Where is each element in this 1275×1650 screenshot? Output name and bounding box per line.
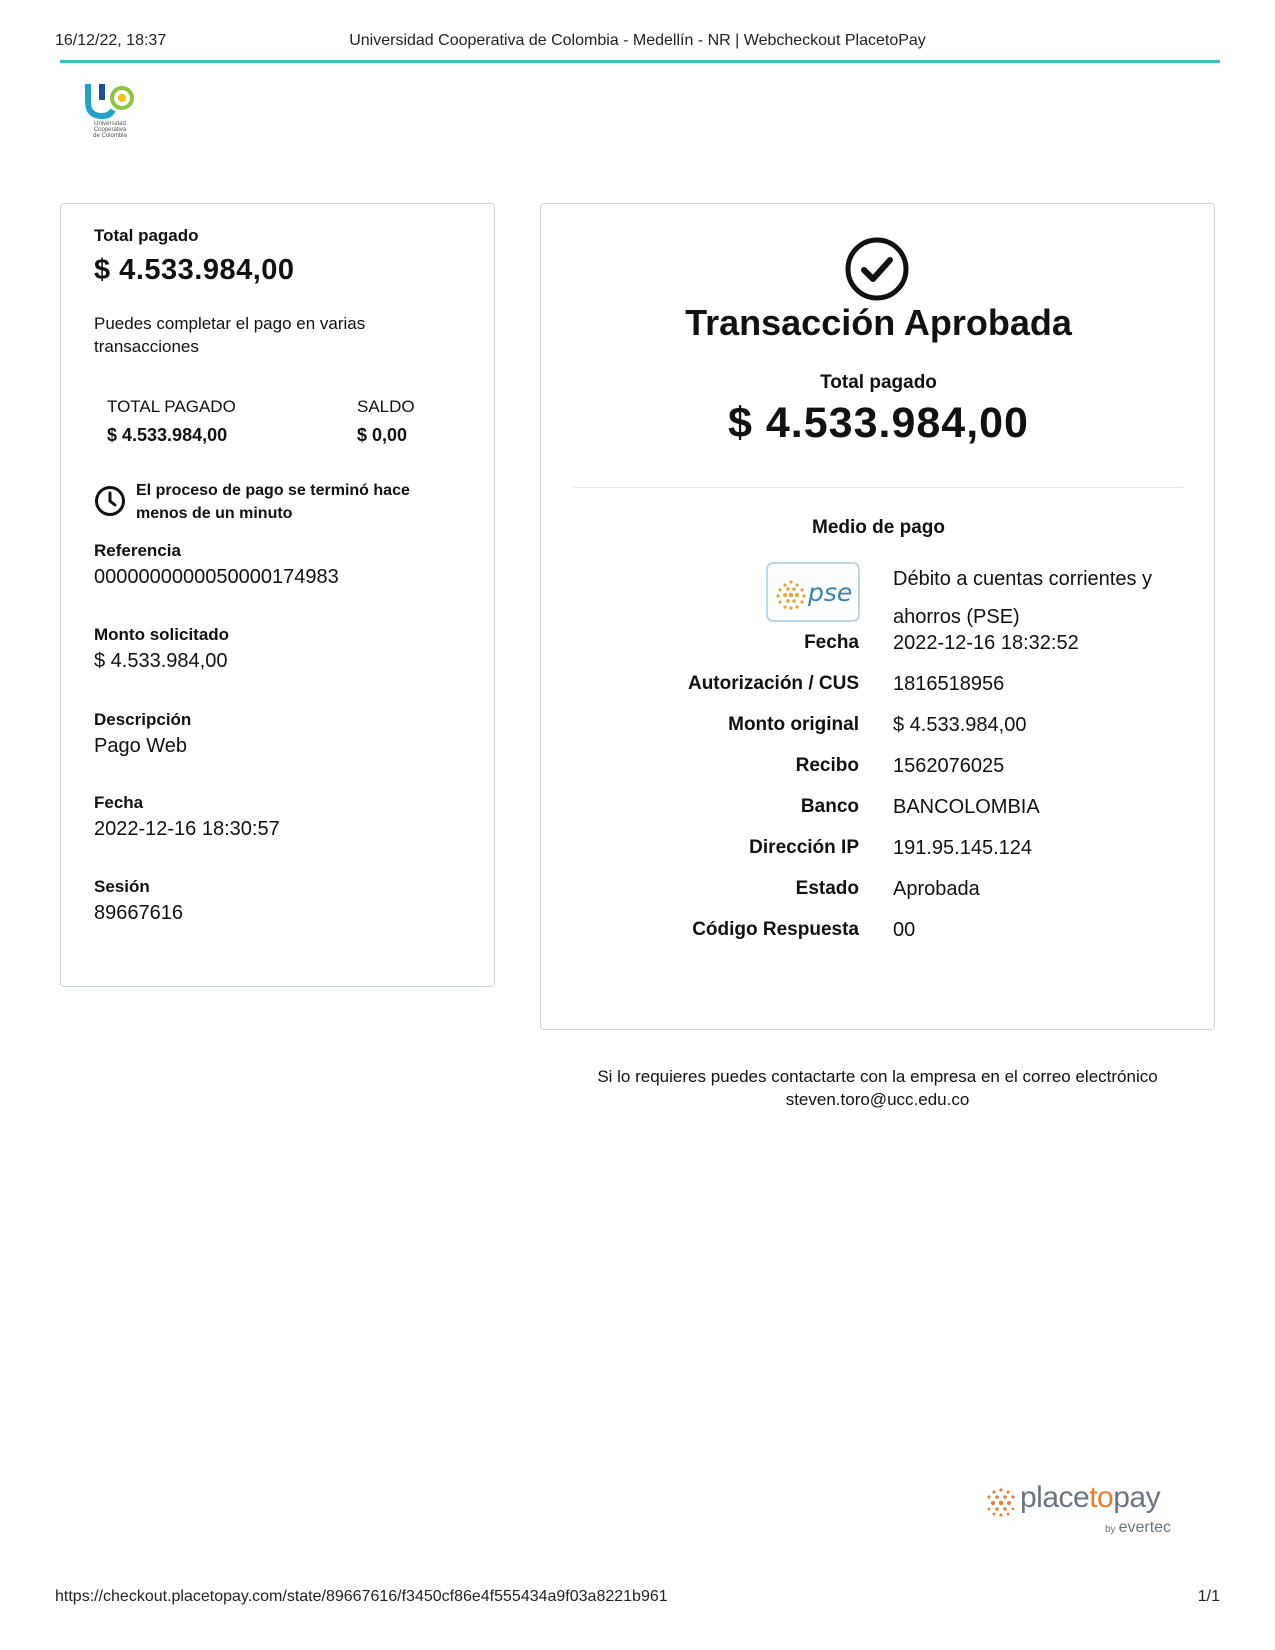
transaction-total-amount: $ 4.533.984,00 (728, 399, 1029, 447)
print-header: 16/12/22, 18:37 Universidad Cooperativa … (55, 32, 1220, 54)
detail-receipt-label: Recibo (795, 755, 859, 776)
reference-label: Referencia (94, 541, 181, 560)
placetopay-dots-icon (987, 1488, 1015, 1517)
detail-authorization-value: 1816518956 (893, 673, 1005, 695)
detail-status-label: Estado (795, 878, 859, 899)
summary-total-amount: $ 4.533.984,00 (94, 254, 295, 286)
detail-date-label: Fecha (804, 632, 859, 653)
created-date-label: Fecha (94, 793, 144, 812)
description-label: Descripción (94, 710, 192, 729)
check-circle-icon (845, 237, 909, 301)
requested-amount-label: Monto solicitado (94, 625, 230, 644)
page-number: 1/1 (1197, 1588, 1220, 1605)
print-page-title: Universidad Cooperativa de Colombia - Me… (349, 32, 926, 49)
detail-response-code-value: 00 (893, 919, 916, 941)
evertec-tagline: by evertec (1105, 1519, 1172, 1536)
detail-original-amount-value: $ 4.533.984,00 (893, 714, 1027, 736)
reference-value: 0000000000050000174983 (94, 566, 339, 588)
payment-method-name: Débito a cuentas corrientes y ahorros (P… (893, 568, 1153, 628)
detail-date-value: 2022-12-16 18:32:52 (893, 632, 1079, 654)
balance-column: SALDO $ 0,00 (357, 397, 415, 446)
totals-paid-column: TOTAL PAGADO $ 4.533.984,00 (107, 397, 236, 446)
detail-ip-value: 191.95.145.124 (893, 837, 1033, 859)
contact-email[interactable]: steven.toro@ucc.edu.co (786, 1090, 970, 1109)
detail-status-value: Aprobada (893, 878, 980, 900)
contact-text: Si lo requieres puedes contactarte con l… (597, 1067, 1158, 1086)
balance-header: SALDO (357, 397, 415, 416)
transaction-status-title: Transacción Aprobada (685, 302, 1072, 343)
process-time-text-line1: El proceso de pago se terminó hace (136, 482, 410, 499)
summary-total-label: Total pagado (94, 226, 199, 245)
contact-note: Si lo requieres puedes contactarte con l… (540, 1065, 1215, 1111)
placetopay-logo: placetopay by evertec (985, 1481, 1195, 1541)
clock-icon (95, 486, 125, 516)
transaction-result-card: Transacción Aprobada Total pagado $ 4.53… (540, 203, 1215, 1030)
detail-receipt-value: 1562076025 (893, 755, 1005, 777)
pse-dots-icon (776, 580, 806, 610)
partial-payment-note: Puedes completar el pago en varias trans… (94, 314, 366, 356)
detail-original-amount-label: Monto original (728, 714, 859, 735)
pse-logo: PSE (766, 562, 860, 622)
header-divider (60, 60, 1220, 63)
balance-value: $ 0,00 (357, 425, 408, 445)
detail-bank-value: BANCOLOMBIA (893, 796, 1040, 818)
requested-amount-value: $ 4.533.984,00 (94, 650, 228, 672)
page-url: https://checkout.placetopay.com/state/89… (55, 1588, 668, 1605)
session-label: Sesión (94, 877, 150, 896)
description-value: Pago Web (94, 735, 188, 757)
process-time-text-line2: menos de un minuto (136, 505, 293, 522)
detail-response-code-label: Código Respuesta (692, 919, 859, 940)
detail-ip-label: Dirección IP (749, 837, 859, 858)
totals-paid-header: TOTAL PAGADO (107, 397, 236, 416)
totals-paid-value: $ 4.533.984,00 (107, 425, 228, 445)
university-logo: Universidad Cooperativa de Colombia (78, 80, 138, 140)
transaction-divider (573, 487, 1183, 488)
detail-bank-label: Banco (800, 796, 859, 817)
detail-authorization-label: Autorización / CUS (687, 673, 859, 694)
payment-summary-card: Total pagado $ 4.533.984,00 Puedes compl… (60, 203, 495, 987)
pse-logo-text: PSE (808, 578, 853, 607)
payment-method-label: Medio de pago (812, 517, 945, 538)
university-logo-text: Universidad Cooperativa de Colombia (93, 121, 127, 139)
created-date-value: 2022-12-16 18:30:57 (94, 818, 280, 840)
session-value: 89667616 (94, 902, 183, 924)
placetopay-wordmark: placetopay (1020, 1481, 1161, 1514)
process-time-notice: El proceso de pago se terminó hace menos… (94, 479, 454, 527)
transaction-total-label: Total pagado (820, 372, 937, 393)
